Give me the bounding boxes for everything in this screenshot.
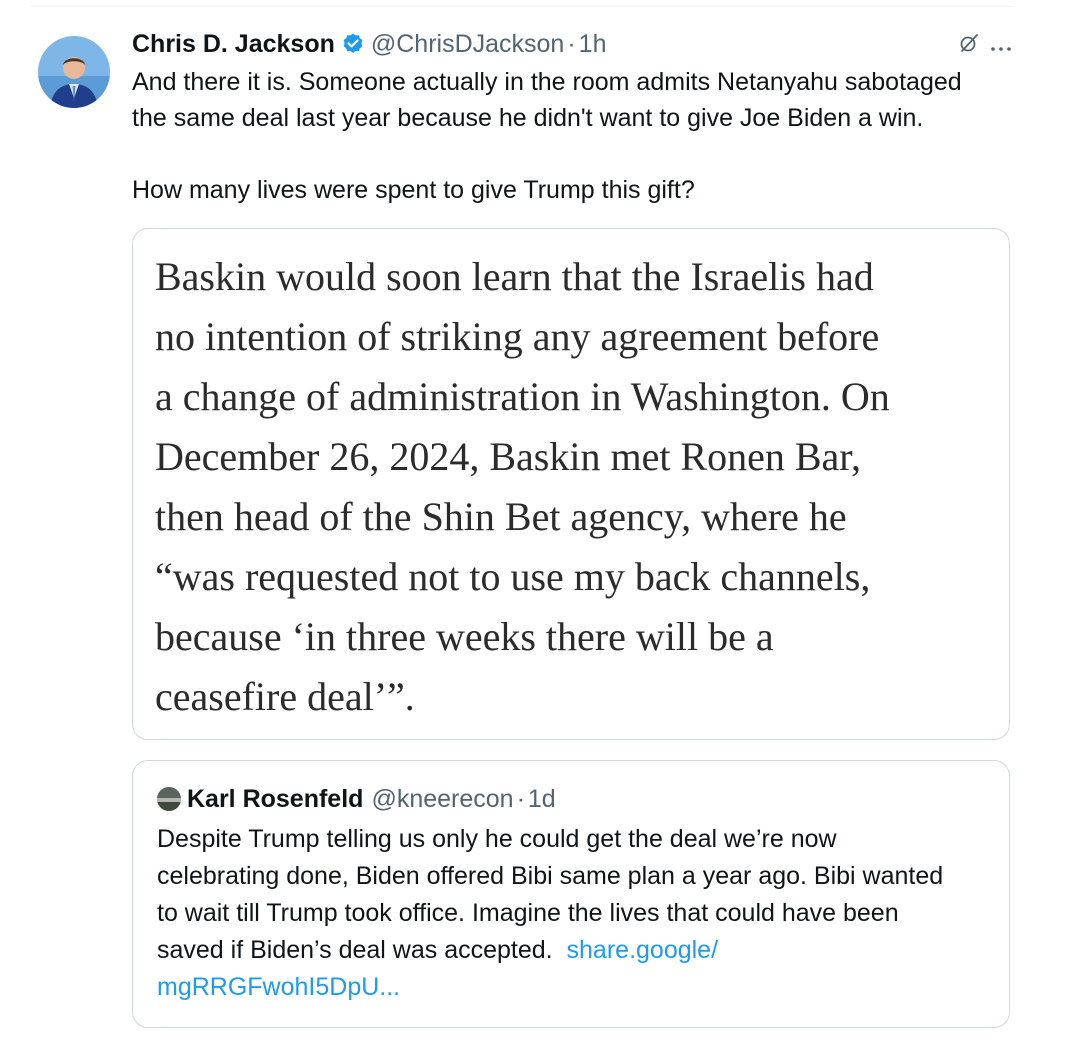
quoted-tweet-timestamp[interactable]: 1d (528, 785, 556, 814)
tweet: Chris D. Jackson @ChrisDJackson · 1h And (132, 28, 1012, 208)
quoted-author-handle[interactable]: @kneerecon (371, 785, 513, 814)
quoted-text-line: Despite Trump telling us only he could g… (157, 825, 837, 853)
tweet-header: Chris D. Jackson @ChrisDJackson · 1h (132, 28, 1012, 60)
quoted-text-line: mgRRGFwohI5DpU... (157, 969, 997, 1006)
image-text-line: then head of the Shin Bet agency, where … (155, 494, 847, 539)
tweet-text: And there it is. Someone actually in the… (132, 64, 1012, 208)
attached-image-text: Baskin would soon learn that the Israeli… (155, 247, 995, 727)
quoted-link[interactable]: share.google/ (567, 936, 719, 964)
tweet-text-line: the same deal last year because he didn'… (132, 104, 924, 132)
quoted-tweet-header: Karl Rosenfeld @kneerecon · 1d (157, 781, 556, 817)
tweet-timestamp[interactable]: 1h (579, 28, 607, 60)
quoted-text-line: to wait till Trump took office. Imagine … (157, 899, 899, 927)
image-text-line: ceasefire deal’”. (155, 674, 415, 719)
quoted-text-line: celebrating done, Biden offered Bibi sam… (157, 862, 944, 890)
header-actions (958, 32, 1012, 60)
quoted-header-separator: · (516, 784, 525, 813)
quoted-author-name[interactable]: Karl Rosenfeld (187, 785, 363, 814)
tweet-text-line: And there it is. Someone actually in the… (132, 68, 962, 96)
image-text-line: a change of administration in Washington… (155, 374, 890, 419)
more-icon[interactable] (990, 35, 1012, 58)
quoted-tweet[interactable]: Karl Rosenfeld @kneerecon · 1d Despite T… (132, 760, 1010, 1028)
top-divider (30, 6, 1014, 7)
image-text-line: because ‘in three weeks there will be a (155, 614, 774, 659)
quoted-author-avatar[interactable] (157, 787, 181, 811)
grok-icon[interactable] (958, 32, 980, 60)
quoted-text-line: saved if Biden’s deal was accepted. shar… (157, 932, 997, 969)
image-text-line: “was requested not to use my back channe… (155, 554, 871, 599)
tweet-text-line: How many lives were spent to give Trump … (132, 176, 695, 204)
image-text-line: no intention of striking any agreement b… (155, 314, 880, 359)
author-name[interactable]: Chris D. Jackson (132, 28, 335, 60)
author-handle[interactable]: @ChrisDJackson (371, 28, 564, 60)
quoted-link-continued[interactable]: mgRRGFwohI5DpU... (157, 973, 400, 1001)
quoted-tweet-text: Despite Trump telling us only he could g… (157, 821, 997, 1006)
attached-image[interactable]: Baskin would soon learn that the Israeli… (132, 228, 1010, 740)
image-text-line: December 26, 2024, Baskin met Ronen Bar, (155, 434, 862, 479)
quoted-text-segment: saved if Biden’s deal was accepted. (157, 936, 553, 964)
image-text-line: Baskin would soon learn that the Israeli… (155, 254, 874, 299)
header-separator: · (567, 30, 576, 58)
verified-badge-icon (341, 32, 365, 56)
author-avatar[interactable] (38, 36, 110, 108)
